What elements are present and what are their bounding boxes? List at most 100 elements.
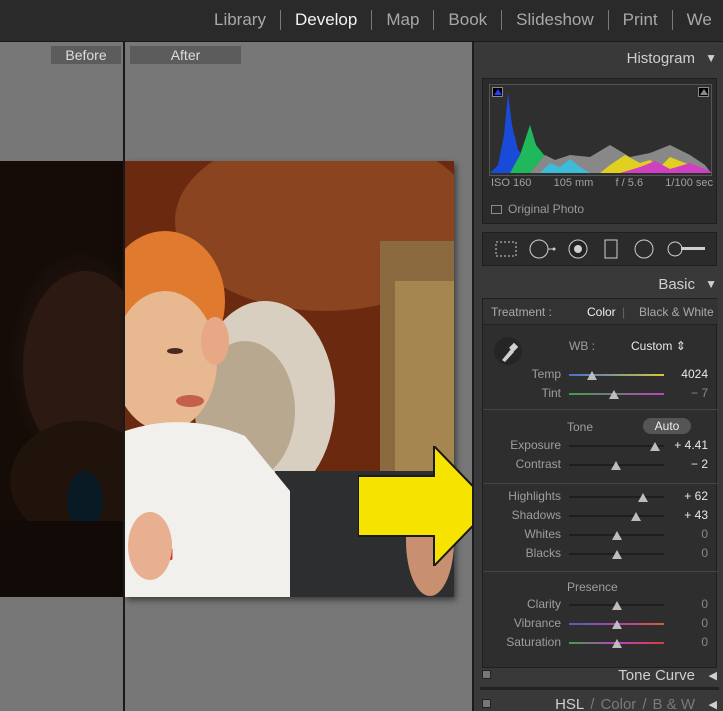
blacks-slider-thumb[interactable] — [611, 550, 622, 559]
tab-separator: / — [642, 696, 647, 711]
basic-panel: Treatment : Color | Black & White WB : C… — [482, 298, 718, 668]
highlights-slider[interactable] — [569, 496, 664, 498]
module-slideshow[interactable]: Slideshow — [502, 8, 608, 32]
tab-color[interactable]: Color — [600, 696, 636, 711]
right-panel: Histogram ▼ ISO 160 105 mm f / 5.6 1/100… — [472, 42, 723, 711]
tint-value[interactable]: − 7 — [666, 386, 708, 400]
contrast-value[interactable]: − 2 — [666, 457, 708, 471]
collapse-triangle-icon[interactable]: ▼ — [705, 51, 717, 65]
temp-slider-thumb[interactable] — [586, 371, 597, 380]
original-photo-checkbox[interactable] — [491, 204, 502, 214]
shadows-label: Shadows — [511, 508, 561, 522]
saturation-value[interactable]: 0 — [666, 635, 708, 649]
iso-value: ISO 160 — [491, 177, 532, 189]
auto-tone-button[interactable]: Auto — [643, 418, 691, 434]
module-book[interactable]: Book — [434, 8, 501, 32]
module-develop[interactable]: Develop — [281, 8, 371, 32]
shutter-speed: 1/100 sec — [665, 177, 713, 189]
radial-filter-icon[interactable] — [631, 238, 657, 260]
contrast-slider-thumb[interactable] — [610, 461, 621, 470]
whites-value[interactable]: 0 — [666, 527, 708, 541]
panel-switch-icon[interactable] — [482, 699, 491, 708]
shadows-slider-thumb[interactable] — [630, 512, 641, 521]
tone-label: Tone — [567, 420, 594, 434]
image-canvas[interactable]: Before After — [0, 42, 492, 711]
before-after-divider[interactable] — [123, 42, 125, 711]
whites-slider-thumb[interactable] — [611, 531, 622, 540]
hsl-header[interactable]: HSL / Color / B & W ◀ — [474, 691, 723, 711]
temp-label: Temp — [531, 367, 561, 381]
expand-triangle-icon[interactable]: ◀ — [709, 669, 717, 682]
presence-label: Presence — [567, 580, 618, 594]
exposure-value[interactable]: + 4.41 — [666, 438, 708, 452]
expand-triangle-icon[interactable]: ◀ — [709, 698, 717, 711]
highlight-clipping-indicator[interactable] — [698, 87, 709, 97]
wb-label: WB : — [569, 339, 595, 353]
spot-removal-icon[interactable] — [528, 238, 556, 260]
highlights-slider-thumb[interactable] — [638, 493, 649, 502]
section-divider — [483, 483, 718, 484]
exposure-label: Exposure — [510, 438, 561, 452]
focal-length: 105 mm — [553, 177, 594, 189]
exif-info: ISO 160 105 mm f / 5.6 1/100 sec — [491, 177, 713, 189]
vibrance-label: Vibrance — [513, 616, 561, 630]
collapse-triangle-icon[interactable]: ▼ — [705, 277, 717, 291]
module-library[interactable]: Library — [200, 8, 280, 32]
exposure-slider-thumb[interactable] — [650, 442, 661, 451]
histogram-header[interactable]: Histogram ▼ — [474, 44, 723, 74]
saturation-slider-thumb[interactable] — [611, 639, 622, 648]
module-map[interactable]: Map — [372, 8, 433, 32]
clarity-slider-thumb[interactable] — [611, 601, 622, 610]
section-divider — [483, 571, 718, 572]
clarity-value[interactable]: 0 — [666, 597, 708, 611]
module-print[interactable]: Print — [609, 8, 672, 32]
clarity-label: Clarity — [526, 597, 561, 611]
graduated-filter-icon[interactable] — [600, 238, 622, 260]
basic-title: Basic — [658, 276, 695, 293]
crop-overlay-icon[interactable] — [493, 239, 519, 259]
contrast-label: Contrast — [515, 457, 561, 471]
vibrance-slider-thumb[interactable] — [611, 620, 622, 629]
treatment-label: Treatment : — [491, 305, 552, 319]
tint-slider-thumb[interactable] — [608, 390, 619, 399]
shadows-value[interactable]: + 43 — [666, 508, 708, 522]
tab-bw[interactable]: B & W — [652, 696, 695, 711]
temp-slider[interactable] — [569, 374, 664, 376]
treatment-color[interactable]: Color — [587, 305, 616, 319]
treatment-bw[interactable]: Black & White — [639, 305, 714, 319]
highlights-label: Highlights — [508, 489, 561, 503]
dropdown-arrow-icon: ⇕ — [675, 339, 686, 353]
shadow-clipping-indicator[interactable] — [492, 87, 503, 97]
module-web[interactable]: We — [673, 8, 723, 32]
histogram-title: Histogram — [626, 50, 695, 67]
module-picker: Library Develop Map Book Slideshow Print… — [0, 0, 723, 42]
tab-hsl[interactable]: HSL — [555, 696, 584, 711]
saturation-label: Saturation — [506, 635, 561, 649]
tone-curve-header[interactable]: Tone Curve ◀ — [474, 662, 723, 688]
shadows-slider[interactable] — [569, 515, 664, 517]
temp-value[interactable]: 4024 — [666, 367, 708, 381]
panel-divider — [480, 687, 719, 690]
blacks-label: Blacks — [525, 546, 561, 560]
tone-curve-title: Tone Curve — [618, 667, 695, 684]
wb-dropdown[interactable]: Custom ⇕ — [631, 339, 686, 353]
hsl-tabs: HSL / Color / B & W — [555, 696, 695, 711]
panel-switch-icon[interactable] — [482, 670, 491, 679]
white-balance-eyedropper-icon[interactable] — [493, 335, 523, 367]
whites-label: Whites — [524, 527, 561, 541]
original-photo-label: Original Photo — [508, 202, 585, 216]
adjustment-brush-icon[interactable] — [666, 238, 706, 260]
tab-separator: / — [590, 696, 595, 711]
before-label: Before — [51, 46, 121, 64]
red-eye-icon[interactable] — [565, 238, 591, 260]
blacks-value[interactable]: 0 — [666, 546, 708, 560]
after-label: After — [130, 46, 241, 64]
histogram-graph[interactable] — [489, 84, 712, 176]
vibrance-value[interactable]: 0 — [666, 616, 708, 630]
basic-header[interactable]: Basic ▼ — [474, 270, 723, 300]
highlights-value[interactable]: + 62 — [666, 489, 708, 503]
histogram-panel: ISO 160 105 mm f / 5.6 1/100 sec Origina… — [482, 78, 717, 224]
original-photo-toggle[interactable]: Original Photo — [491, 202, 584, 216]
before-photo — [0, 161, 123, 597]
treatment-separator: | — [622, 305, 626, 319]
